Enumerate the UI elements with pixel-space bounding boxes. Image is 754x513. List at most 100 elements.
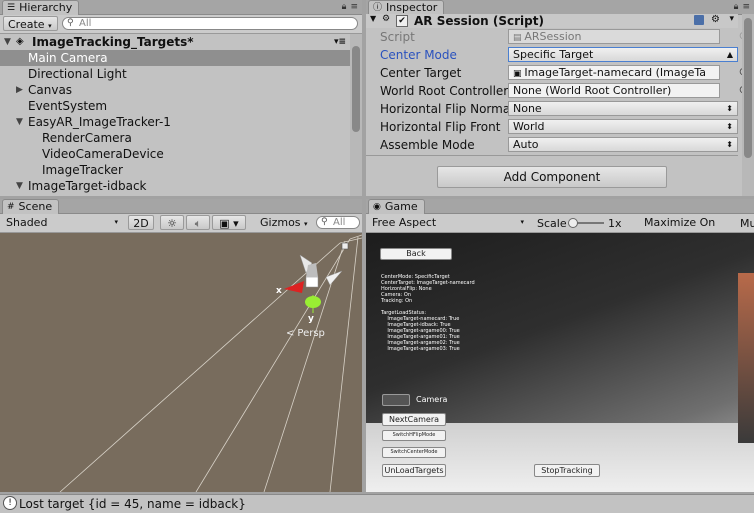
aspect-dropdown[interactable]: Free Aspect ▾ [368,215,528,230]
status-info-text: CenterMode: SpecificTarget CenterTarget:… [381,274,475,352]
hierarchy-search-input[interactable]: ⚲ All [62,17,358,30]
tab-hierarchy[interactable]: ☰ Hierarchy [2,0,80,15]
lock-icon[interactable]: 🔒︎ [734,2,739,12]
center-target-field[interactable]: ▣ ImageTarget-namecard (ImageTa [508,65,720,80]
inspector-divider [366,155,738,156]
settings-icon[interactable]: ⚙ [711,14,720,25]
axis-y-label: y [308,314,314,324]
hierarchy-item-videocameradevice[interactable]: VideoCameraDevice [0,146,350,162]
search-icon: ⚲ [67,18,74,28]
shading-mode-dropdown[interactable]: Shaded ▾ [2,215,122,230]
expand-triangle-icon[interactable]: ▶ [16,82,23,98]
field-assemble-mode: Assemble Mode Auto ⬍ [366,136,738,154]
scene-viewport[interactable]: x y < Persp [0,233,362,492]
script-file-icon: ▤ [513,33,525,43]
scene-search-placeholder: All [333,217,346,228]
scene-search-input[interactable]: ⚲ All [316,216,360,229]
field-script: Script ▤ ARSession ⊙ [366,28,748,46]
hierarchy-item-imagetarget-idback[interactable]: ▼ ImageTarget-idback [0,178,350,194]
maximize-on-play-button[interactable]: Maximize On Play [640,215,740,244]
expand-triangle-icon[interactable]: ▼ [4,34,11,50]
scale-slider[interactable] [568,218,604,228]
field-script-label: Script [380,30,415,44]
lighting-toggle-icon[interactable]: ☼ [160,215,184,230]
expand-triangle-icon[interactable]: ▼ [16,178,23,194]
component-menu-icon[interactable]: ▾ [729,14,734,24]
game-toolbar: Free Aspect ▾ Scale 1x Maximize On Play … [366,214,754,244]
hierarchy-item-label: RenderCamera [42,131,132,145]
unload-targets-button[interactable]: UnLoadTargets [382,464,446,477]
fold-triangle-icon[interactable]: ▼ [370,14,376,23]
back-button[interactable]: Back [380,248,452,260]
back-button-label: Back [406,249,426,258]
scene-toolbar: Shaded ▾ 2D ☼ 🔈︎ ▣ ▾ Gizmos ▾ ⚲ All [0,214,362,233]
switch-hflip-button[interactable]: SwitchHFlipMode [382,430,446,441]
game-panel: ◉ Game Free Aspect ▾ Scale 1x Maximize O… [366,199,754,492]
game-viewport[interactable]: Back CenterMode: SpecificTarget CenterTa… [366,233,754,492]
status-bar[interactable]: ! Lost target {id = 45, name = idback} [0,494,754,513]
effects-toggle-icon[interactable]: ▣ ▾ [212,215,246,230]
field-assemble-mode-label: Assemble Mode [380,138,475,152]
expand-triangle-icon[interactable]: ▼ [16,114,23,130]
scene-root-row[interactable]: ▼ ◈ ImageTracking_Targets* ▾≡ [0,34,350,50]
hierarchy-scrollbar-thumb[interactable] [352,46,360,132]
field-hflip-front-label: Horizontal Flip Front [380,120,501,134]
assemble-mode-value: Auto [513,138,539,151]
toggle-2d-button[interactable]: 2D [128,215,154,230]
hflip-normal-dropdown[interactable]: None ⬍ [508,101,738,116]
chevron-down-icon: ▾ [114,218,118,226]
tab-game[interactable]: ◉ Game [368,199,425,214]
game-tabbar: ◉ Game [366,199,754,214]
component-enabled-checkbox[interactable]: ✔ [396,15,408,27]
hierarchy-item-directional-light[interactable]: Directional Light [0,66,350,82]
tab-inspector[interactable]: ⓘ Inspector [368,0,445,15]
lock-icon[interactable]: 🔒︎ [342,2,347,12]
scene-menu-icon[interactable]: ▾≡ [334,34,346,50]
field-horizontal-flip-normal: Horizontal Flip Normal None ⬍ [366,100,738,118]
grid-icon: # [7,202,15,212]
switch-center-button[interactable]: SwitchCenterMode [382,447,446,458]
scale-slider-handle[interactable] [568,218,578,228]
mute-audio-button[interactable]: Mu [740,217,754,230]
add-component-button[interactable]: Add Component [437,166,667,188]
tab-scene[interactable]: # Scene [2,199,60,214]
field-center-target: Center Target ▣ ImageTarget-namecard (Im… [366,64,748,82]
chevron-down-icon: ▾ [48,22,52,30]
menu-icon[interactable]: ≡ [742,2,750,12]
chevron-down-icon: ▾ [520,218,524,226]
world-root-controller-field[interactable]: None (World Root Controller) [508,83,720,98]
hflip-front-value: World [513,120,545,133]
assemble-mode-dropdown[interactable]: Auto ⬍ [508,137,738,152]
hierarchy-scrollbar[interactable] [350,34,362,196]
inspector-scrollbar-thumb[interactable] [744,18,752,158]
hierarchy-item-eventsystem[interactable]: EventSystem [0,98,350,114]
hierarchy-search-placeholder: All [79,18,92,29]
audio-toggle-icon[interactable]: 🔈︎ [186,215,210,230]
hierarchy-item-canvas[interactable]: ▶ Canvas [0,82,350,98]
hierarchy-item-easyar-imagetracker[interactable]: ▼ EasyAR_ImageTracker-1 [0,114,350,130]
persp-label[interactable]: < Persp [286,328,325,339]
camera-gizmo-icon[interactable] [341,242,349,250]
camera-toggle[interactable] [382,394,410,406]
help-book-icon[interactable] [694,15,704,25]
scale-value: 1x [608,217,622,230]
stop-tracking-button[interactable]: StopTracking [534,464,600,477]
create-button[interactable]: Create ▾ [3,16,58,31]
inspector-scrollbar[interactable] [742,14,754,196]
gizmos-dropdown[interactable]: Gizmos ▾ [256,215,318,230]
hierarchy-item-imagetracker[interactable]: ImageTracker [0,162,350,178]
hierarchy-item-rendercamera[interactable]: RenderCamera [0,130,350,146]
status-message: Lost target {id = 45, name = idback} [19,497,246,511]
add-component-label: Add Component [503,170,601,184]
field-script-value[interactable]: ▤ ARSession [508,29,720,44]
menu-icon[interactable]: ≡ [350,2,358,12]
center-mode-dropdown[interactable]: Specific Target ▲ [508,47,738,62]
hierarchy-item-main-camera[interactable]: Main Camera [0,50,350,66]
camera-feed-object [738,273,754,443]
next-camera-button[interactable]: NextCamera [382,413,446,426]
orientation-gizmo[interactable]: x y [276,254,343,324]
dropdown-arrow-icon: ⬍ [726,104,733,113]
unity-scene-icon: ◈ [16,36,24,47]
hierarchy-panel: ☰ Hierarchy 🔒︎ ≡ Create ▾ ⚲ All ▼ ◈ Imag… [0,0,362,196]
hflip-front-dropdown[interactable]: World ⬍ [508,119,738,134]
